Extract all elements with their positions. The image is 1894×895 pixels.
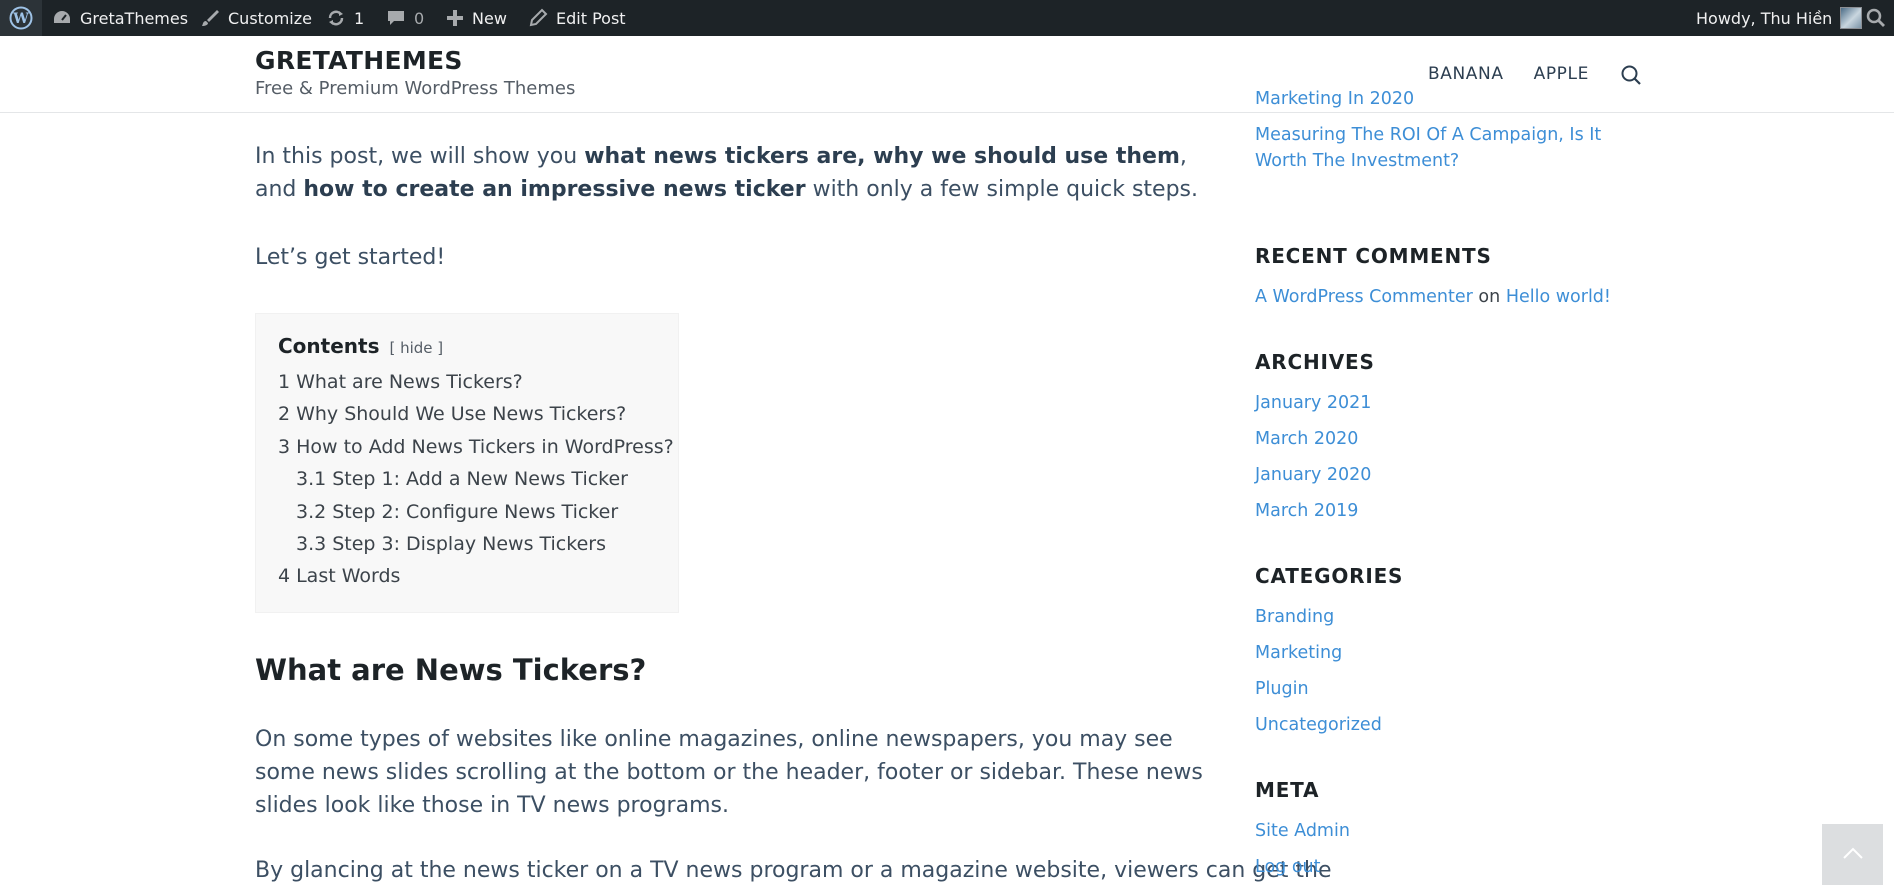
toc-item-number: 1 — [278, 371, 291, 393]
meta-link[interactable]: Site Admin — [1255, 818, 1350, 844]
section-heading: What are News Tickers? — [255, 653, 647, 687]
body-paragraph: By glancing at the news ticker on a TV n… — [255, 858, 1332, 883]
toc-item[interactable]: 4 Last Words — [278, 560, 656, 592]
intro-bold-1: what news tickers are, why we should use… — [584, 144, 1180, 169]
edit-post-label: Edit Post — [556, 8, 626, 28]
customize-link[interactable]: Customize — [200, 0, 312, 36]
toc-hide-toggle[interactable]: [ hide ] — [389, 339, 443, 357]
search-icon[interactable] — [1620, 64, 1642, 90]
howdy-label: Howdy, Thu Hiền — [1696, 8, 1833, 28]
my-account-menu[interactable]: Howdy, Thu Hiền — [1696, 0, 1863, 36]
toc-item-label: Step 3: Display News Tickers — [332, 533, 606, 556]
customize-label: Customize — [228, 8, 312, 28]
toc-subitem[interactable]: 3.2 Step 2: Configure News Ticker — [278, 496, 656, 528]
recent-comments-heading: RECENT COMMENTS — [1255, 244, 1492, 268]
main-navigation: BANANA APPLE — [1428, 64, 1589, 84]
intro-bold-2: how to create an impressive news ticker — [303, 177, 806, 202]
toc-item-label: Step 2: Configure News Ticker — [332, 500, 619, 523]
toc-item-label: Why Should We Use News Tickers? — [296, 403, 627, 426]
updates-link[interactable]: 1 — [326, 0, 364, 36]
avatar — [1840, 7, 1863, 29]
intro-text: In this post, we will show you — [255, 144, 585, 169]
new-content-menu[interactable]: New — [446, 0, 507, 36]
wordpress-logo-icon[interactable]: W — [0, 0, 42, 36]
toc-item-number: 3.1 — [296, 468, 327, 491]
toc-item[interactable]: 3 How to Add News Tickers in WordPress? — [278, 431, 674, 463]
toc-item[interactable]: 2 Why Should We Use News Tickers? — [278, 398, 656, 430]
toc-item-label: How to Add News Tickers in WordPress? — [296, 435, 674, 458]
comment-on-label: on — [1478, 287, 1501, 307]
toc-item-label: What are News Tickers? — [296, 371, 523, 393]
site-name-label: GretaThemes — [80, 8, 189, 28]
comments-link[interactable]: 0 — [386, 0, 424, 36]
site-header: GRETATHEMES Free & Premium WordPress The… — [0, 36, 1894, 113]
recent-comment: A WordPress Commenter on Hello world! — [1255, 284, 1611, 310]
toc-item-label: Step 1: Add a New News Ticker — [332, 468, 628, 491]
brush-icon — [200, 8, 220, 28]
new-label: New — [472, 8, 507, 28]
category-link[interactable]: Marketing — [1255, 640, 1342, 666]
updates-count: 1 — [354, 8, 365, 28]
toc-item-number: 3 — [278, 435, 291, 458]
site-description: Free & Premium WordPress Themes — [255, 78, 576, 99]
plus-icon — [446, 9, 464, 27]
toc-subitem[interactable]: 3.3 Step 3: Display News Tickers — [278, 528, 656, 560]
adminbar-search-icon[interactable] — [1866, 0, 1886, 36]
site-name-menu[interactable]: GretaThemes — [52, 0, 188, 36]
recent-post-link[interactable]: Measuring The ROI Of A Campaign, Is It W… — [1255, 122, 1635, 174]
toc-item-number: 4 — [278, 565, 291, 588]
meta-heading: META — [1255, 778, 1320, 802]
back-to-top-button[interactable] — [1822, 824, 1883, 885]
refresh-icon — [326, 8, 346, 28]
archive-link[interactable]: January 2021 — [1255, 390, 1371, 416]
svg-text:W: W — [12, 11, 29, 27]
toc-item-number: 2 — [278, 403, 291, 426]
nav-item-banana[interactable]: BANANA — [1428, 64, 1504, 84]
archive-link[interactable]: March 2020 — [1255, 426, 1358, 452]
nav-item-apple[interactable]: APPLE — [1534, 64, 1589, 84]
recent-post-link[interactable]: Marketing In 2020 — [1255, 86, 1414, 112]
intro-paragraph: In this post, we will show you what news… — [255, 140, 1215, 206]
toc-item[interactable]: 1 What are News Tickers? — [278, 366, 656, 398]
archive-link[interactable]: March 2019 — [1255, 498, 1358, 524]
site-title[interactable]: GRETATHEMES — [255, 46, 463, 75]
dashboard-icon — [52, 9, 72, 27]
edit-post-link[interactable]: Edit Post — [528, 0, 626, 36]
comment-author-link[interactable]: A WordPress Commenter — [1255, 287, 1473, 307]
toc-title: Contents — [278, 334, 380, 358]
comment-post-link[interactable]: Hello world! — [1506, 287, 1611, 307]
category-link[interactable]: Branding — [1255, 604, 1334, 630]
comments-count: 0 — [414, 8, 425, 28]
intro-text: with only a few simple quick steps. — [805, 177, 1199, 202]
toc-item-number: 3.3 — [296, 533, 327, 556]
get-started-paragraph: Let’s get started! — [255, 245, 446, 270]
toc-item-label: Last Words — [296, 565, 401, 588]
pencil-icon — [528, 8, 548, 28]
category-link[interactable]: Uncategorized — [1255, 712, 1382, 738]
categories-heading: CATEGORIES — [1255, 564, 1404, 588]
toc-subitem[interactable]: 3.1 Step 1: Add a New News Ticker — [278, 463, 656, 495]
table-of-contents: Contents [ hide ] 1 What are News Tickers… — [255, 313, 679, 613]
chevron-up-icon — [1842, 845, 1864, 864]
toc-item-number: 3.2 — [296, 500, 327, 523]
category-link[interactable]: Plugin — [1255, 676, 1309, 702]
archives-heading: ARCHIVES — [1255, 350, 1375, 374]
body-paragraph: On some types of websites like online ma… — [255, 727, 1203, 818]
admin-bar: W GretaThemes Customize 1 0 New Edit Pos… — [0, 0, 1894, 36]
comment-bubble-icon — [386, 8, 406, 28]
meta-link[interactable]: Log out — [1255, 854, 1320, 880]
archive-link[interactable]: January 2020 — [1255, 462, 1371, 488]
